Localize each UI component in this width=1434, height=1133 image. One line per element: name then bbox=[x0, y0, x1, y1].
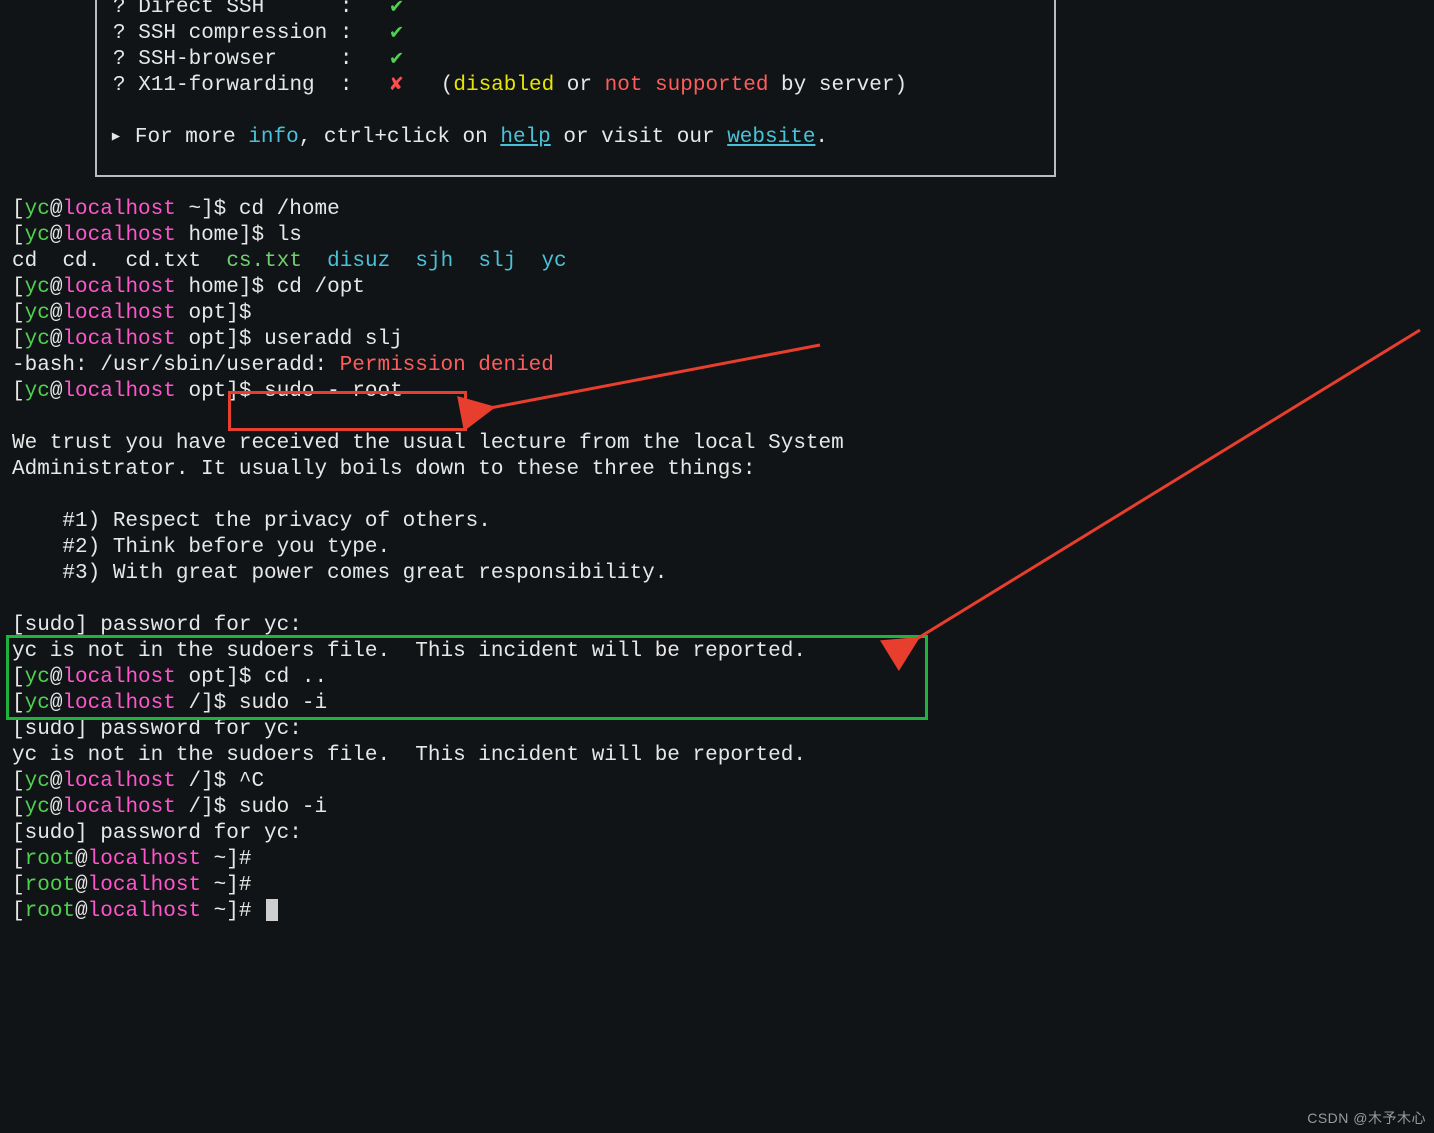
terminal-screenshot: ? Direct SSH : ✔ ? SSH compression : ✔ ?… bbox=[0, 0, 1434, 1133]
banner-label: X11-forwarding bbox=[138, 74, 314, 97]
cross-icon: ✘ bbox=[390, 74, 403, 97]
sudo-rule: #3) With great power comes great respons… bbox=[12, 562, 667, 585]
banner-row-ssh-compression: ? SSH compression : ✔ bbox=[113, 21, 403, 47]
check-icon: ✔ bbox=[390, 22, 403, 45]
disabled-word: disabled bbox=[453, 74, 554, 97]
permission-denied-line: -bash: /usr/sbin/useradd: bbox=[12, 354, 340, 377]
terminal-transcript[interactable]: [yc@localhost ~]$ cd /home [yc@localhost… bbox=[12, 197, 844, 925]
sudo-lecture-line: Administrator. It usually boils down to … bbox=[12, 458, 756, 481]
help-link[interactable]: help bbox=[500, 126, 550, 149]
banner-row-x11: ? X11-forwarding : ✘ (disabled or not su… bbox=[113, 73, 907, 99]
banner-label: SSH-browser bbox=[138, 48, 277, 71]
sudo-rule: #1) Respect the privacy of others. bbox=[12, 510, 491, 533]
csdn-watermark: CSDN @木予木心 bbox=[1307, 1105, 1426, 1131]
banner-label: Direct SSH bbox=[138, 0, 264, 19]
sudoers-error: yc is not in the sudoers file. This inci… bbox=[12, 640, 806, 663]
sudo-root-command: sudo - root bbox=[251, 380, 402, 403]
banner-row-direct-ssh: ? Direct SSH : ✔ bbox=[113, 0, 403, 21]
info-link[interactable]: info bbox=[248, 126, 298, 149]
sudo-password-prompt: [sudo] password for yc: bbox=[12, 614, 302, 637]
notsupported-word: not supported bbox=[605, 74, 769, 97]
banner-label: SSH compression bbox=[138, 22, 327, 45]
banner-row-ssh-browser: ? SSH-browser : ✔ bbox=[113, 47, 403, 73]
sudo-rule: #2) Think before you type. bbox=[12, 536, 390, 559]
check-icon: ✔ bbox=[390, 48, 403, 71]
sudo-lecture-line: We trust you have received the usual lec… bbox=[12, 432, 844, 455]
arrow-to-green-box bbox=[915, 330, 1420, 640]
banner-info-line: ▸ For more info, ctrl+click on help or v… bbox=[97, 125, 828, 151]
mobaxterm-banner-box: ? Direct SSH : ✔ ? SSH compression : ✔ ?… bbox=[95, 0, 1056, 177]
website-link[interactable]: website bbox=[727, 126, 815, 149]
cursor-icon bbox=[266, 899, 278, 921]
check-icon: ✔ bbox=[390, 0, 403, 19]
